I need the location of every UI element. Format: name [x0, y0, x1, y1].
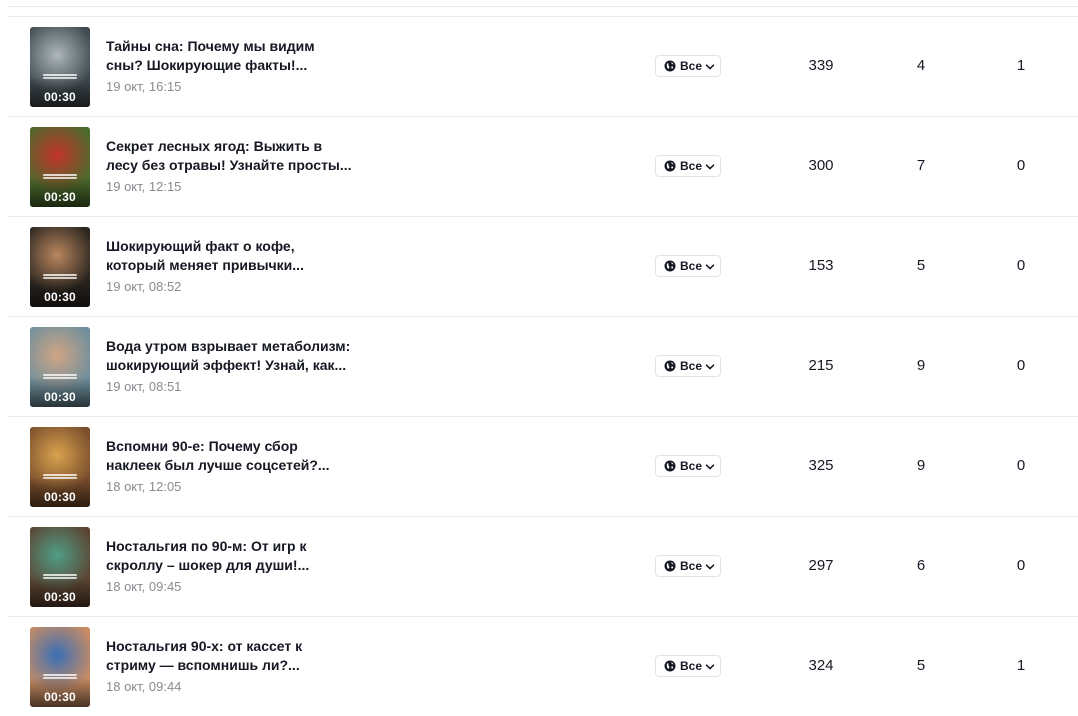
video-row: 00:30 Вода утром взрывает метаболизм: шо…: [8, 316, 1078, 416]
likes-count: 5: [916, 257, 926, 274]
comments-count: 1: [1016, 657, 1026, 674]
chevron-down-icon: [705, 561, 715, 575]
video-date: 18 окт, 09:45: [106, 579, 182, 594]
video-title-line-1: Ностальгия 90-х: от кассет к: [106, 638, 303, 654]
video-title[interactable]: Шокирующий факт о кофе, который меняет п…: [106, 237, 356, 275]
chevron-down-icon: [705, 161, 715, 175]
video-row: 00:30 Тайны сна: Почему мы видим сны? Шо…: [8, 16, 1078, 116]
privacy-dropdown[interactable]: Все: [655, 655, 721, 677]
globe-icon: [664, 160, 676, 175]
video-title[interactable]: Секрет лесных ягод: Выжить в лесу без от…: [106, 137, 356, 175]
video-list: 00:30 Тайны сна: Почему мы видим сны? Шо…: [8, 16, 1078, 716]
chevron-down-icon: [705, 261, 715, 275]
video-title-line-1: Шокирующий факт о кофе,: [106, 238, 295, 254]
video-title-line-2: шокирующий эффект! Узнай, как...: [106, 357, 347, 373]
views-count: 297: [808, 557, 834, 574]
video-title-line-2: наклеек был лучше соцсетей?...: [106, 457, 330, 473]
video-row: 00:30 Ностальгия по 90-м: От игр к скрол…: [8, 516, 1078, 616]
comments-count: 0: [1016, 557, 1026, 574]
video-date: 18 окт, 12:05: [106, 479, 182, 494]
video-title[interactable]: Тайны сна: Почему мы видим сны? Шокирующ…: [106, 37, 356, 75]
video-row: 00:30 Ностальгия 90-х: от кассет к стрим…: [8, 616, 1078, 716]
globe-icon: [664, 560, 676, 575]
video-duration: 00:30: [44, 290, 76, 304]
comments-count: 0: [1016, 457, 1026, 474]
video-row: 00:30 Шокирующий факт о кофе, который ме…: [8, 216, 1078, 316]
chevron-down-icon: [705, 661, 715, 675]
video-row: 00:30 Секрет лесных ягод: Выжить в лесу …: [8, 116, 1078, 216]
video-title[interactable]: Ностальгия по 90-м: От игр к скроллу – ш…: [106, 537, 356, 575]
video-date: 19 окт, 08:51: [106, 379, 182, 394]
video-title-line-1: Ностальгия по 90-м: От игр к: [106, 538, 307, 554]
video-thumbnail[interactable]: 00:30: [30, 527, 90, 607]
comments-count: 0: [1016, 357, 1026, 374]
video-title-line-2: стриму — вспомнишь ли?...: [106, 657, 300, 673]
globe-icon: [664, 660, 676, 675]
comments-count: 0: [1016, 257, 1026, 274]
video-title-line-2: скроллу – шокер для души!...: [106, 557, 310, 573]
video-duration: 00:30: [44, 190, 76, 204]
video-date: 19 окт, 08:52: [106, 279, 182, 294]
video-date: 18 окт, 09:44: [106, 679, 182, 694]
chevron-down-icon: [705, 61, 715, 75]
privacy-value: Все: [680, 459, 703, 473]
privacy-value: Все: [680, 659, 703, 673]
chevron-down-icon: [705, 361, 715, 375]
views-count: 215: [808, 357, 834, 374]
globe-icon: [664, 60, 676, 75]
table-top-divider: [8, 6, 1078, 7]
globe-icon: [664, 260, 676, 275]
video-row: 00:30 Вспомни 90-е: Почему сбор наклеек …: [8, 416, 1078, 516]
likes-count: 4: [916, 57, 926, 74]
comments-count: 0: [1016, 157, 1026, 174]
views-count: 300: [808, 157, 834, 174]
video-thumbnail[interactable]: 00:30: [30, 427, 90, 507]
globe-icon: [664, 460, 676, 475]
video-duration: 00:30: [44, 390, 76, 404]
privacy-dropdown[interactable]: Все: [655, 355, 721, 377]
video-title-line-2: лесу без отравы! Узнайте просты...: [106, 157, 352, 173]
video-date: 19 окт, 16:15: [106, 79, 182, 94]
likes-count: 5: [916, 657, 926, 674]
video-title-line-1: Тайны сна: Почему мы видим: [106, 38, 315, 54]
video-date: 19 окт, 12:15: [106, 179, 182, 194]
video-thumbnail[interactable]: 00:30: [30, 127, 90, 207]
video-thumbnail[interactable]: 00:30: [30, 627, 90, 707]
likes-count: 9: [916, 357, 926, 374]
globe-icon: [664, 360, 676, 375]
privacy-dropdown[interactable]: Все: [655, 55, 721, 77]
video-duration: 00:30: [44, 90, 76, 104]
video-thumbnail[interactable]: 00:30: [30, 227, 90, 307]
views-count: 339: [808, 57, 834, 74]
privacy-dropdown[interactable]: Все: [655, 555, 721, 577]
views-count: 325: [808, 457, 834, 474]
chevron-down-icon: [705, 461, 715, 475]
video-title-line-1: Секрет лесных ягод: Выжить в: [106, 138, 323, 154]
video-thumbnail[interactable]: 00:30: [30, 27, 90, 107]
video-title[interactable]: Ностальгия 90-х: от кассет к стриму — вс…: [106, 637, 356, 675]
privacy-value: Все: [680, 259, 703, 273]
video-thumbnail[interactable]: 00:30: [30, 327, 90, 407]
views-count: 324: [808, 657, 834, 674]
video-title-line-2: сны? Шокирующие факты!...: [106, 57, 308, 73]
video-duration: 00:30: [44, 490, 76, 504]
privacy-value: Все: [680, 359, 703, 373]
likes-count: 9: [916, 457, 926, 474]
privacy-dropdown[interactable]: Все: [655, 155, 721, 177]
video-duration: 00:30: [44, 590, 76, 604]
privacy-value: Все: [680, 59, 703, 73]
privacy-value: Все: [680, 159, 703, 173]
likes-count: 6: [916, 557, 926, 574]
privacy-dropdown[interactable]: Все: [655, 455, 721, 477]
video-title-line-1: Вода утром взрывает метаболизм:: [106, 338, 351, 354]
views-count: 153: [808, 257, 834, 274]
comments-count: 1: [1016, 57, 1026, 74]
video-title[interactable]: Вода утром взрывает метаболизм: шокирующ…: [106, 337, 356, 375]
privacy-value: Все: [680, 559, 703, 573]
video-title-line-2: который меняет привычки...: [106, 257, 304, 273]
privacy-dropdown[interactable]: Все: [655, 255, 721, 277]
likes-count: 7: [916, 157, 926, 174]
video-title[interactable]: Вспомни 90-е: Почему сбор наклеек был лу…: [106, 437, 356, 475]
video-title-line-1: Вспомни 90-е: Почему сбор: [106, 438, 298, 454]
